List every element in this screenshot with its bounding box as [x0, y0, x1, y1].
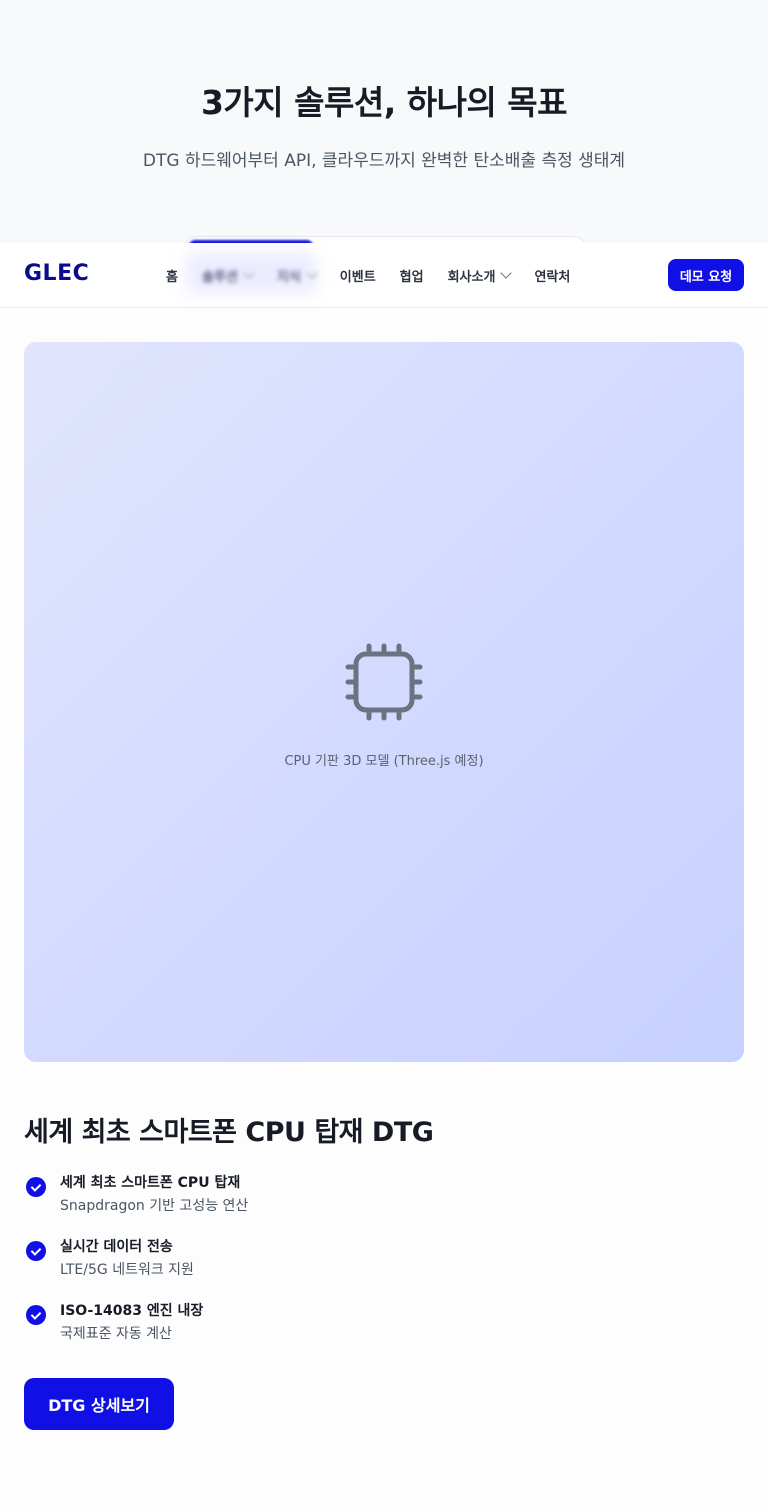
nav-item-home[interactable]: 홈 [166, 266, 178, 285]
feature-item: ISO-14083 엔진 내장 국제표준 자동 계산 [24, 1300, 624, 1350]
feature-item: 세계 최초 스마트폰 CPU 탑재 Snapdragon 기반 고성능 연산 [24, 1172, 624, 1222]
feature-title: 실시간 데이터 전송 [60, 1239, 173, 1255]
demo-request-button[interactable]: 데모 요청 [668, 259, 744, 291]
dtg-details-button[interactable]: DTG 상세보기 [24, 1378, 174, 1430]
feature-title: 세계 최초 스마트폰 CPU 탑재 [60, 1175, 241, 1191]
section-title: 세계 최초 스마트폰 CPU 탑재 DTG [24, 1117, 434, 1148]
model-viewer[interactable]: CPU 기판 3D 모델 (Three.js 예정) [24, 342, 744, 1062]
nav-item-label: 협업 [399, 269, 424, 285]
feature-description: Snapdragon 기반 고성능 연산 [60, 1198, 249, 1214]
nav-item-label: 이벤트 [339, 269, 376, 285]
feature-description: LTE/5G 네트워크 지원 [60, 1262, 194, 1278]
check-circle-icon [26, 1241, 46, 1261]
nav-item-label: 회사소개 [447, 269, 496, 285]
site-header: GLEC 홈 솔루션 지식 이벤트 협업 회사소개 연락처 데모 요청 [0, 243, 768, 308]
logo[interactable]: GLEC [24, 261, 89, 286]
feature-item: 실시간 데이터 전송 LTE/5G 네트워크 지원 [24, 1236, 624, 1286]
check-circle-icon [26, 1177, 46, 1197]
hero-section: 3가지 솔루션, 하나의 목표 DTG 하드웨어부터 API, 클라우드까지 완… [0, 0, 768, 251]
model-caption: CPU 기판 3D 모델 (Three.js 예정) [284, 754, 484, 769]
cpu-icon [345, 643, 423, 721]
hero-title: 3가지 솔루션, 하나의 목표 [200, 83, 568, 122]
nav-item-about[interactable]: 회사소개 [447, 266, 513, 285]
nav-item-contact[interactable]: 연락처 [534, 266, 570, 285]
nav-item-label: 홈 [166, 269, 178, 285]
check-circle-icon [26, 1305, 46, 1325]
nav-hover-overlay [186, 252, 316, 294]
nav-item-partnership[interactable]: 협업 [400, 266, 424, 285]
nav-item-events[interactable]: 이벤트 [340, 266, 376, 285]
feature-description: 국제표준 자동 계산 [60, 1326, 172, 1342]
hero-subtitle: DTG 하드웨어부터 API, 클라우드까지 완벽한 탄소배출 측정 생태계 [142, 151, 626, 171]
feature-title: ISO-14083 엔진 내장 [60, 1303, 204, 1319]
nav-item-label: 연락처 [534, 269, 571, 285]
chevron-down-icon [500, 267, 513, 279]
